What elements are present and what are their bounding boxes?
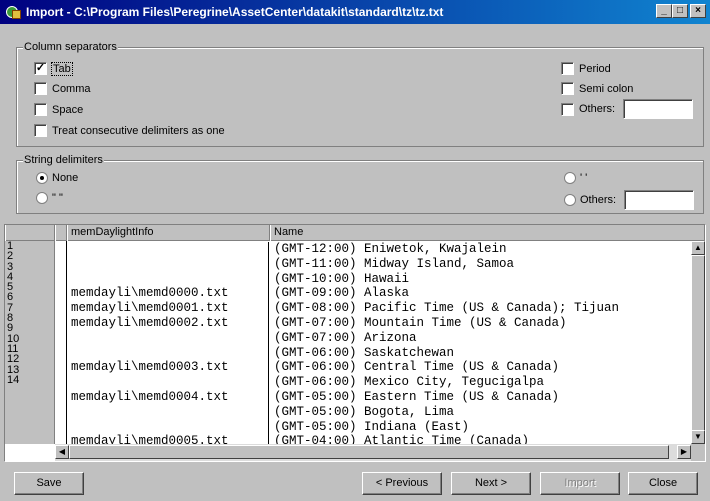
preview-grid[interactable]: memDaylightInfo Name 1 2 3 4 5 6 7 8 9 10 11 12 13 14… bbox=[4, 224, 706, 462]
grid-cell-memdaylightinfo[interactable] bbox=[67, 420, 268, 435]
grid-cell-name[interactable]: (GMT-06:00) Mexico City, Tegucigalpa bbox=[270, 375, 697, 390]
close-window-button[interactable]: × bbox=[690, 4, 706, 18]
grid-cell-memdaylightinfo[interactable]: memdayli\memd0000.txt bbox=[67, 286, 268, 301]
tab-checkbox-label: Tab bbox=[51, 61, 73, 76]
grid-cell-name[interactable]: (GMT-07:00) Arizona bbox=[270, 331, 697, 346]
consecutive-delimiters-checkbox[interactable]: Treat consecutive delimiters as one bbox=[34, 124, 225, 137]
scroll-corner bbox=[691, 444, 705, 461]
grid-cell-memdaylightinfo[interactable] bbox=[67, 257, 268, 272]
comma-checkbox-label: Comma bbox=[52, 82, 91, 95]
none-radio-label: None bbox=[52, 172, 79, 184]
grid-cell-name[interactable]: (GMT-08:00) Pacific Time (US & Canada); … bbox=[270, 301, 697, 316]
grid-cell-name[interactable]: (GMT-09:00) Alaska bbox=[270, 286, 697, 301]
grid-cell-memdaylightinfo[interactable] bbox=[67, 375, 268, 390]
grid-cell-memdaylightinfo[interactable] bbox=[67, 242, 268, 257]
space-checkbox-label: Space bbox=[52, 103, 84, 116]
others-separator-input[interactable] bbox=[623, 99, 694, 119]
grid-cell-name[interactable]: (GMT-04:00) Atlantic Time (Canada) bbox=[270, 434, 697, 444]
app-icon bbox=[6, 4, 22, 20]
scroll-down-arrow-icon[interactable]: ▼ bbox=[691, 430, 705, 444]
window-title: Import - C:\Program Files\Peregrine\Asse… bbox=[26, 5, 444, 19]
period-checkbox-label: Period bbox=[579, 62, 611, 75]
grid-cell-memdaylightinfo[interactable] bbox=[67, 405, 268, 420]
column-memdaylightinfo: memdayli\memd0000.txt memdayli\memd0001.t… bbox=[67, 242, 269, 444]
save-button[interactable]: Save bbox=[14, 472, 84, 495]
double-quote-radio-label: " " bbox=[52, 192, 63, 204]
grid-cell-memdaylightinfo[interactable]: memdayli\memd0004.txt bbox=[67, 390, 268, 405]
string-delimiters-label: String delimiters bbox=[23, 154, 104, 166]
space-checkbox[interactable]: Space bbox=[34, 103, 83, 116]
row-number[interactable]: 14 bbox=[5, 374, 54, 385]
single-quote-radio-label: ' ' bbox=[580, 172, 588, 184]
column-header-name[interactable]: Name bbox=[270, 225, 705, 241]
corner-header bbox=[5, 225, 55, 241]
scroll-left-arrow-icon[interactable]: ◀ bbox=[55, 445, 69, 459]
grid-header: memDaylightInfo Name bbox=[5, 225, 705, 241]
grid-cell-memdaylightinfo[interactable] bbox=[67, 331, 268, 346]
grid-cell-memdaylightinfo[interactable]: memdayli\memd0003.txt bbox=[67, 360, 268, 375]
grid-cell-memdaylightinfo[interactable]: memdayli\memd0001.txt bbox=[67, 301, 268, 316]
title-bar[interactable]: Import - C:\Program Files\Peregrine\Asse… bbox=[0, 0, 710, 24]
grid-cell-name[interactable]: (GMT-05:00) Indiana (East) bbox=[270, 420, 697, 435]
others-delimiter-radio[interactable]: Others: bbox=[564, 190, 695, 210]
horizontal-scrollbar[interactable]: ◀ ▶ bbox=[55, 444, 691, 461]
grid-cell-name[interactable]: (GMT-12:00) Eniwetok, Kwajalein bbox=[270, 242, 697, 257]
semicolon-checkbox-label: Semi colon bbox=[579, 82, 634, 95]
double-quote-radio[interactable]: " " bbox=[36, 192, 63, 204]
scroll-right-arrow-icon[interactable]: ▶ bbox=[677, 445, 691, 459]
others-delimiter-label: Others: bbox=[580, 194, 617, 206]
column-header-memdaylightinfo[interactable]: memDaylightInfo bbox=[67, 225, 270, 241]
grid-cell-memdaylightinfo[interactable]: memdayli\memd0005.txt bbox=[67, 434, 268, 444]
scroll-up-arrow-icon[interactable]: ▲ bbox=[691, 241, 705, 255]
others-delimiter-input[interactable] bbox=[624, 190, 695, 210]
grid-cell-memdaylightinfo[interactable] bbox=[67, 272, 268, 287]
vertical-scroll-thumb[interactable] bbox=[691, 255, 705, 431]
grid-cell-memdaylightinfo[interactable] bbox=[67, 346, 268, 361]
column-name: (GMT-12:00) Eniwetok, Kwajalein (GMT-11:0… bbox=[270, 242, 697, 444]
grid-cell-name[interactable]: (GMT-07:00) Mountain Time (US & Canada) bbox=[270, 316, 697, 331]
checkmark-icon: ✓ bbox=[34, 62, 47, 75]
selector-header bbox=[55, 225, 67, 241]
vertical-scrollbar[interactable]: ▲ ▼ bbox=[691, 241, 705, 444]
row-selector-column[interactable] bbox=[55, 241, 67, 444]
semicolon-checkbox[interactable]: Semi colon bbox=[561, 82, 633, 95]
close-button[interactable]: Close bbox=[628, 472, 698, 495]
grid-cell-memdaylightinfo[interactable]: memdayli\memd0002.txt bbox=[67, 316, 268, 331]
tab-checkbox[interactable]: ✓ Tab bbox=[34, 61, 73, 76]
minimize-button[interactable]: _ bbox=[656, 4, 672, 18]
row-numbers: 1 2 3 4 5 6 7 8 9 10 11 12 13 14 bbox=[5, 241, 55, 444]
next-button[interactable]: Next > bbox=[451, 472, 531, 495]
column-separators-label: Column separators bbox=[23, 41, 118, 53]
grid-cell-name[interactable]: (GMT-06:00) Central Time (US & Canada) bbox=[270, 360, 697, 375]
grid-cell-name[interactable]: (GMT-05:00) Bogota, Lima bbox=[270, 405, 697, 420]
others-separator-label: Others: bbox=[579, 103, 616, 115]
period-checkbox[interactable]: Period bbox=[561, 62, 611, 75]
grid-cell-name[interactable]: (GMT-10:00) Hawaii bbox=[270, 272, 697, 287]
grid-cell-name[interactable]: (GMT-11:00) Midway Island, Samoa bbox=[270, 257, 697, 272]
horizontal-scroll-thumb[interactable] bbox=[69, 445, 669, 459]
import-button[interactable]: Import bbox=[540, 472, 620, 495]
single-quote-radio[interactable]: ' ' bbox=[564, 172, 587, 184]
none-radio[interactable]: None bbox=[36, 172, 78, 184]
radio-selected-icon bbox=[36, 172, 48, 184]
grid-cell-name[interactable]: (GMT-05:00) Eastern Time (US & Canada) bbox=[270, 390, 697, 405]
grid-cell-name[interactable]: (GMT-06:00) Saskatchewan bbox=[270, 346, 697, 361]
others-separator-checkbox[interactable]: Others: bbox=[561, 99, 694, 119]
previous-button[interactable]: < Previous bbox=[362, 472, 442, 495]
comma-checkbox[interactable]: Comma bbox=[34, 82, 91, 95]
consecutive-delimiters-label: Treat consecutive delimiters as one bbox=[52, 124, 225, 137]
maximize-button[interactable]: □ bbox=[672, 4, 688, 18]
